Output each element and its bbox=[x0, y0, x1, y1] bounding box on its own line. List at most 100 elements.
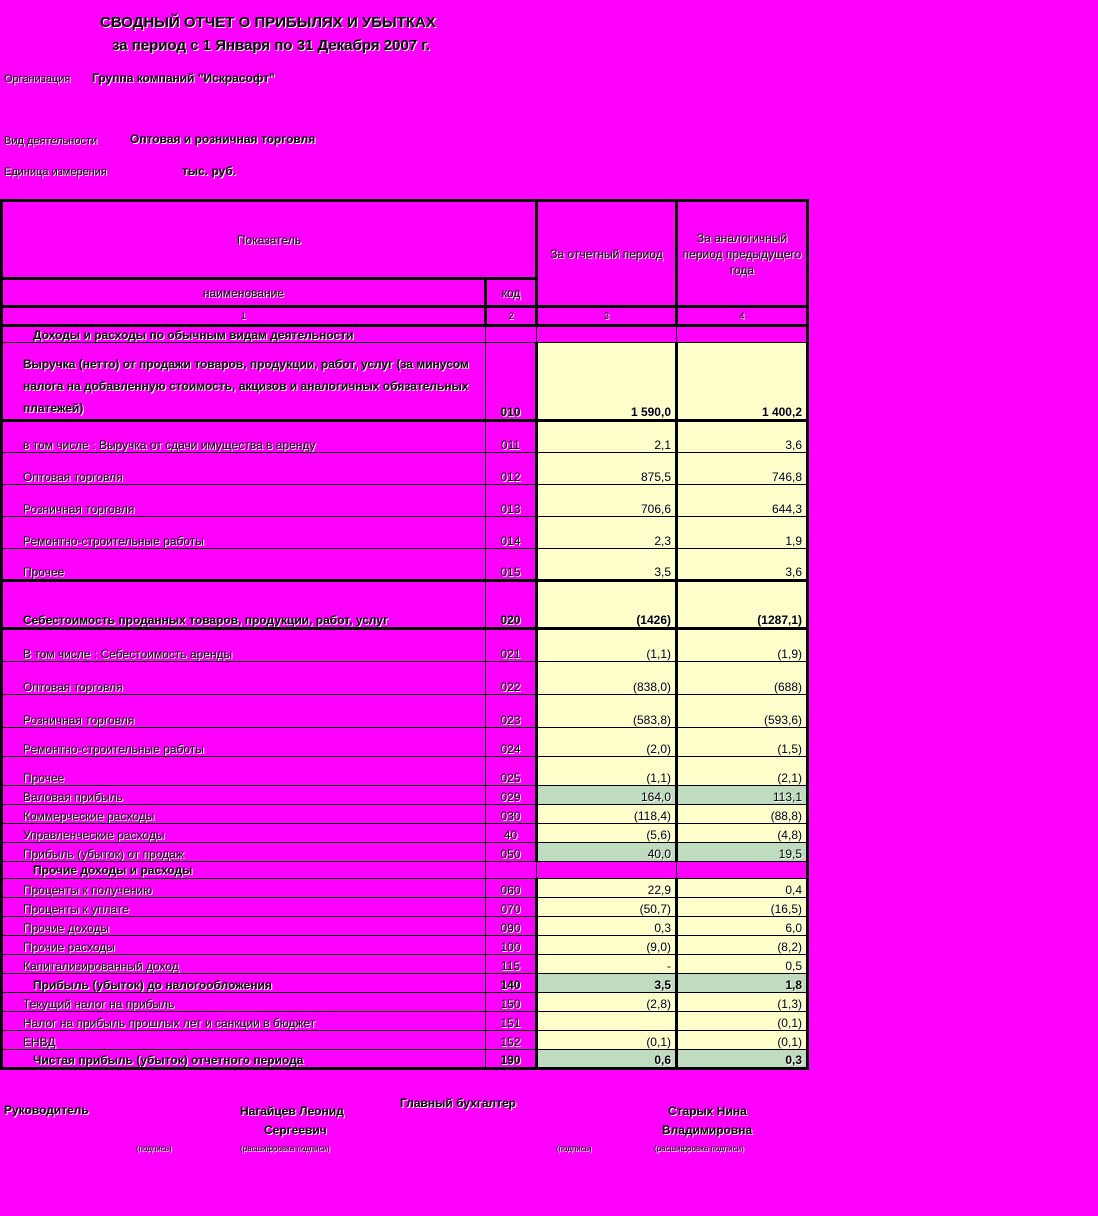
table-row: в том числе : Выручка от сдачи имущества… bbox=[0, 420, 809, 453]
row-current-value: (0,1) bbox=[536, 1030, 678, 1050]
table-row: Проценты к получению 060 22,9 0,4 bbox=[0, 878, 809, 898]
row-previous-value: 3,6 bbox=[676, 420, 809, 453]
table-row: Оптовая торговля 012 875,5 746,8 bbox=[0, 452, 809, 485]
column-number-3: 3 bbox=[536, 306, 678, 327]
header-name: наименование bbox=[0, 278, 487, 308]
activity-label: Вид деятельности bbox=[4, 135, 98, 147]
accountant-label: Главный бухгалтер bbox=[400, 1096, 517, 1110]
row-name: Прибыль (убыток) от продаж bbox=[0, 842, 486, 862]
column-number-4: 4 bbox=[676, 306, 809, 327]
section-code-cell bbox=[485, 861, 537, 879]
header-code: код bbox=[485, 278, 538, 308]
row-code: 100 bbox=[485, 935, 538, 955]
row-previous-value: 19,5 bbox=[676, 842, 809, 862]
row-name: Прочие доходы bbox=[0, 916, 486, 936]
row-current-value: 3,5 bbox=[536, 548, 678, 582]
row-current-value: 706,6 bbox=[536, 484, 678, 517]
activity-value: Оптовая и розничная торговля bbox=[130, 132, 316, 146]
row-code: 090 bbox=[485, 916, 538, 936]
row-code: 012 bbox=[485, 452, 538, 485]
row-code: 060 bbox=[485, 878, 538, 898]
row-previous-value: (0,1) bbox=[676, 1030, 809, 1050]
accountant-signature-decode-caption: (расшифровка подписи) bbox=[654, 1144, 744, 1153]
row-current-value: (1426) bbox=[536, 580, 678, 630]
section-title-ordinary: Доходы и расходы по обычным видам деятел… bbox=[0, 325, 486, 343]
row-name: Проценты к уплате bbox=[0, 897, 486, 917]
report-title-line2: за период с 1 Января по 31 Декабря 2007 … bbox=[112, 37, 431, 54]
row-code: 050 bbox=[485, 842, 538, 862]
head-signature-caption: (подпись) bbox=[136, 1144, 172, 1153]
row-current-value: 2,3 bbox=[536, 516, 678, 549]
row-code: 150 bbox=[485, 992, 538, 1012]
row-previous-value: (8,2) bbox=[676, 935, 809, 955]
row-name: Налог на прибыль прошлых лет и санкции в… bbox=[0, 1011, 486, 1031]
table-row: Ремонтно-строительные работы 024 (2,0) (1,5… bbox=[0, 727, 809, 757]
section-current-cell bbox=[536, 861, 677, 879]
row-name: Ремонтно-строительные работы bbox=[0, 727, 486, 757]
row-previous-value: (16,5) bbox=[676, 897, 809, 917]
table-row: Налог на прибыль прошлых лет и санкции в… bbox=[0, 1011, 809, 1031]
table-row: Коммерческие расходы 030 (118,4) (88,8) bbox=[0, 804, 809, 824]
table-row: Ремонтно-строительные работы 014 2,3 1,9 bbox=[0, 516, 809, 549]
row-current-value: (118,4) bbox=[536, 804, 678, 824]
unit-label: Единица измерения bbox=[4, 166, 107, 178]
row-code: 030 bbox=[485, 804, 538, 824]
row-previous-value: (1,5) bbox=[676, 727, 809, 757]
row-code: 015 bbox=[485, 548, 538, 582]
row-name: в том числе : Выручка от сдачи имущества… bbox=[0, 420, 486, 453]
section-title-other: Прочие доходы и расходы bbox=[0, 861, 486, 879]
row-name: Валовая прибыль bbox=[0, 785, 486, 805]
row-previous-value: 113,1 bbox=[676, 785, 809, 805]
row-code: 013 bbox=[485, 484, 538, 517]
row-name: Прочее bbox=[0, 756, 486, 786]
header-indicator: Показатель bbox=[0, 199, 538, 280]
section-current-cell bbox=[536, 325, 677, 343]
organization-value: Группа компаний "Искрасофт" bbox=[92, 71, 275, 85]
row-previous-value: 1,9 bbox=[676, 516, 809, 549]
row-current-value: (1,1) bbox=[536, 756, 678, 786]
row-previous-value: 3,6 bbox=[676, 548, 809, 582]
report-title-line1: СВОДНЫЙ ОТЧЕТ О ПРИБЫЛЯХ И УБЫТКАХ bbox=[100, 14, 436, 31]
accountant-name-line1: Старых Нина bbox=[668, 1104, 747, 1118]
row-current-value: 875,5 bbox=[536, 452, 678, 485]
table-row: Чистая прибыль (убыток) отчетного период… bbox=[0, 1049, 809, 1070]
row-name: Чистая прибыль (убыток) отчетного период… bbox=[0, 1049, 486, 1070]
column-number-2: 2 bbox=[485, 306, 538, 327]
row-code: 010 bbox=[485, 342, 538, 422]
head-label: Руководитель bbox=[4, 1103, 89, 1117]
row-previous-value: 746,8 bbox=[676, 452, 809, 485]
table-row: Прочее 025 (1,1) (2,1) bbox=[0, 756, 809, 786]
row-name: Прочие расходы bbox=[0, 935, 486, 955]
row-previous-value: (1,9) bbox=[676, 628, 809, 662]
table-row: Валовая прибыль 029 164,0 113,1 bbox=[0, 785, 809, 805]
head-name-line1: Нагайцев Леонид bbox=[240, 1104, 344, 1118]
row-code: 021 bbox=[485, 628, 538, 662]
row-current-value: 0,3 bbox=[536, 916, 678, 936]
header-previous-period: За аналогичный период предыдущего года bbox=[676, 199, 809, 308]
row-current-value bbox=[536, 1011, 678, 1031]
row-code: 070 bbox=[485, 897, 538, 917]
row-current-value: 164,0 bbox=[536, 785, 678, 805]
row-current-value: 22,9 bbox=[536, 878, 678, 898]
row-code: 140 bbox=[485, 973, 538, 993]
row-name: Выручка (нетто) от продажи товаров, прод… bbox=[0, 342, 486, 422]
row-code: 151 bbox=[485, 1011, 538, 1031]
row-previous-value: (1,3) bbox=[676, 992, 809, 1012]
row-code: 024 bbox=[485, 727, 538, 757]
row-name: ЕНВД bbox=[0, 1030, 486, 1050]
table-row: Прочие доходы 090 0,3 6,0 bbox=[0, 916, 809, 936]
row-code: 152 bbox=[485, 1030, 538, 1050]
table-row: Проценты к уплате 070 (50,7) (16,5) bbox=[0, 897, 809, 917]
row-current-value: - bbox=[536, 954, 678, 974]
row-name: Прочее bbox=[0, 548, 486, 582]
row-previous-value: 0,4 bbox=[676, 878, 809, 898]
header-current-period: За отчетный период bbox=[536, 199, 678, 308]
row-previous-value: (688) bbox=[676, 661, 809, 695]
row-current-value: 0,6 bbox=[536, 1049, 678, 1070]
row-name: Управленческие расходы bbox=[0, 823, 486, 843]
row-code: 014 bbox=[485, 516, 538, 549]
row-current-value: (5,6) bbox=[536, 823, 678, 843]
report-table: Показатель За отчетный период За аналоги… bbox=[0, 199, 809, 1070]
row-previous-value: (593,6) bbox=[676, 694, 809, 728]
section-previous-cell bbox=[676, 325, 809, 343]
